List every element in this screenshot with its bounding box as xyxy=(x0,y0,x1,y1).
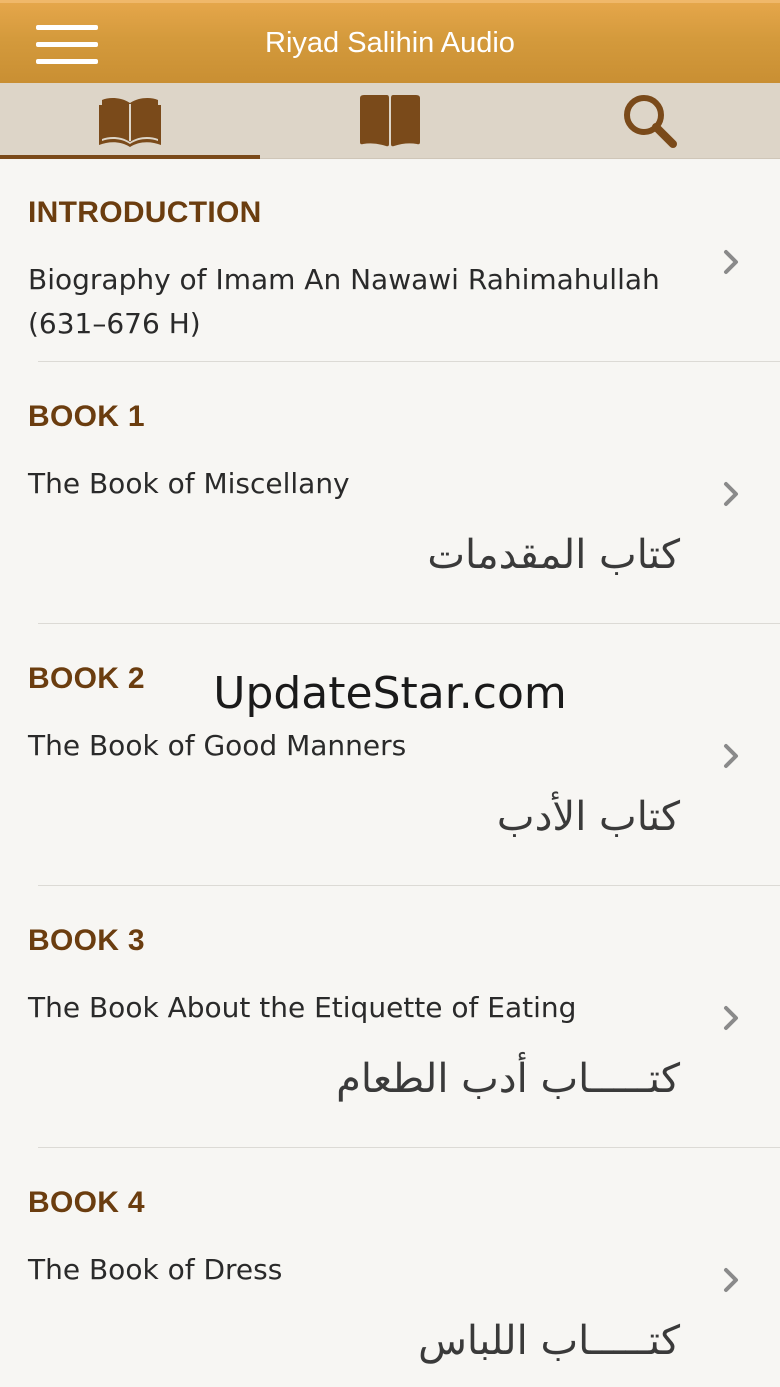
chevron-right-icon xyxy=(724,1268,738,1292)
row-heading: BOOK 1 xyxy=(28,400,145,433)
active-tab-indicator xyxy=(0,155,260,159)
row-title: The Book of Dress xyxy=(28,1253,283,1286)
tab-contents[interactable] xyxy=(0,83,260,159)
list-item[interactable]: BOOK 2 The Book of Good Manners كتاب الأ… xyxy=(0,624,780,886)
row-title: The Book of Good Manners xyxy=(28,729,407,762)
tab-bookmarks[interactable] xyxy=(260,83,520,159)
search-icon xyxy=(624,95,677,148)
chapter-list: INTRODUCTION Biography of Imam An Nawawi… xyxy=(0,160,780,1387)
navigation-bar: Riyad Salihin Audio xyxy=(0,0,780,83)
list-item[interactable]: BOOK 3 The Book About the Etiquette of E… xyxy=(0,886,780,1148)
app-title: Riyad Salihin Audio xyxy=(265,27,515,59)
row-arabic-title: كتاب المقدمات xyxy=(427,532,680,578)
chevron-right-icon xyxy=(724,1006,738,1030)
row-arabic-title: كتاب الأدب xyxy=(496,794,680,840)
row-arabic-title: كتـــــاب أدب الطعام xyxy=(336,1056,680,1102)
book-icon xyxy=(360,95,420,147)
watermark-text: UpdateStar.com xyxy=(213,668,567,719)
row-title: The Book of Miscellany xyxy=(28,467,350,500)
tab-search[interactable] xyxy=(520,83,780,159)
row-heading: BOOK 3 xyxy=(28,924,145,957)
chevron-right-icon xyxy=(724,744,738,768)
row-heading: BOOK 4 xyxy=(28,1186,145,1219)
list-item[interactable]: INTRODUCTION Biography of Imam An Nawawi… xyxy=(0,160,780,362)
list-item[interactable]: BOOK 4 The Book of Dress كتـــــاب اللبا… xyxy=(0,1148,780,1387)
row-title: The Book About the Etiquette of Eating xyxy=(28,991,577,1024)
row-heading: INTRODUCTION xyxy=(28,196,262,229)
list-item[interactable]: BOOK 1 The Book of Miscellany كتاب المقد… xyxy=(0,362,780,624)
open-book-icon xyxy=(99,98,161,147)
chevron-right-icon xyxy=(724,482,738,506)
chevron-right-icon xyxy=(724,250,738,274)
row-arabic-title: كتـــــاب اللباس xyxy=(418,1318,680,1364)
tab-bar xyxy=(0,83,780,159)
row-title: Biography of Imam An Nawawi Rahimahullah… xyxy=(28,263,660,340)
